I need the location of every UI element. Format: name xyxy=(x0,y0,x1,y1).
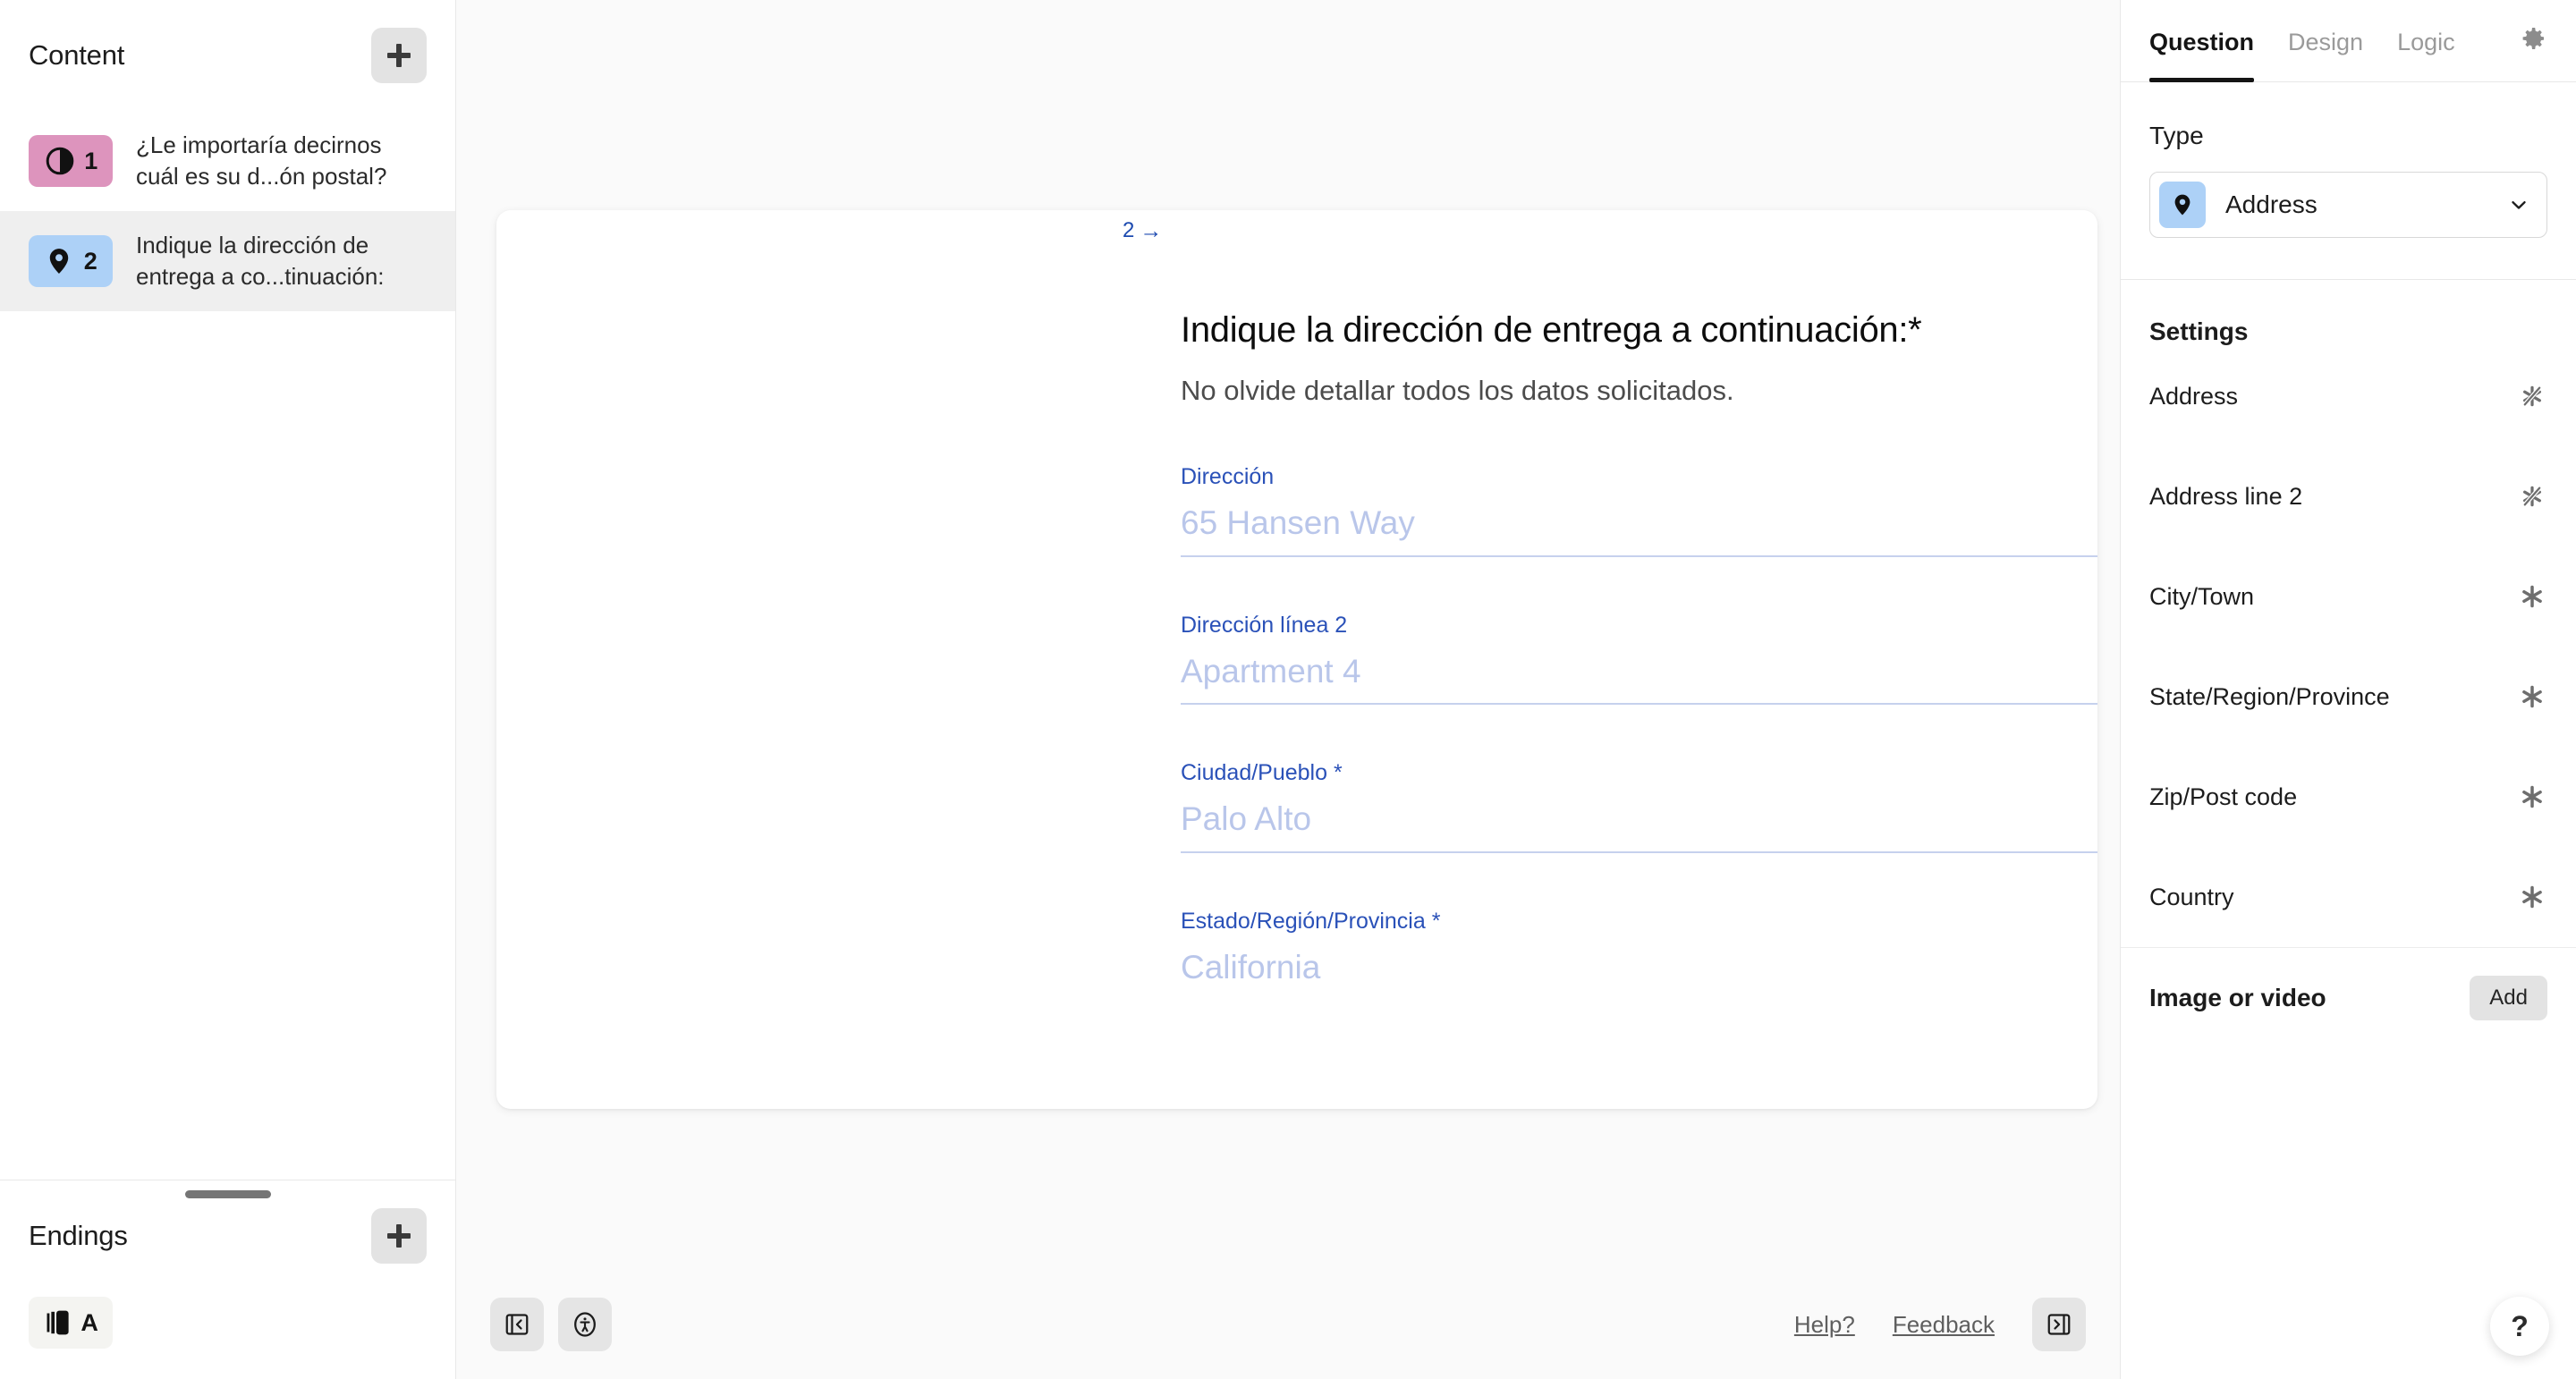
asterisk-struck-icon[interactable] xyxy=(2517,381,2547,411)
sidebar-item-question-1[interactable]: 1 ¿Le importaría decirnos cuál es su d..… xyxy=(0,111,455,211)
setting-row-address[interactable]: Address xyxy=(2149,346,2547,446)
image-or-video-label: Image or video xyxy=(2149,984,2326,1011)
map-pin-icon xyxy=(2159,182,2206,228)
setting-label-address: Address xyxy=(2149,382,2239,410)
panel-collapse-left-icon xyxy=(505,1314,529,1335)
question-type-select[interactable]: Address xyxy=(2149,172,2547,238)
setting-row-country[interactable]: Country xyxy=(2149,847,2547,947)
field-direccion-linea-2-input[interactable]: Apartment 4 xyxy=(1181,653,2097,706)
asterisk-icon[interactable] xyxy=(2517,782,2547,812)
left-sidebar: Content 1 ¿Le importaría decirnos cuál e… xyxy=(0,0,456,1379)
field-estado-region-provincia-input[interactable]: California xyxy=(1181,949,2097,1000)
question-number: 2 xyxy=(1123,218,1135,242)
panel-collapse-right-icon xyxy=(2047,1314,2071,1335)
field-direccion-input[interactable]: 65 Hansen Way xyxy=(1181,504,2097,557)
chevron-down-icon xyxy=(2512,200,2526,209)
endings-section: Endings A xyxy=(0,1180,455,1379)
image-or-video-row: Image or video Add xyxy=(2149,948,2547,1048)
right-panel-body: Type Address Settings Address Address li… xyxy=(2121,122,2576,1048)
question-number-indicator: 2 → xyxy=(1123,210,1162,243)
question-2-badge: 2 xyxy=(29,235,113,287)
help-link[interactable]: Help? xyxy=(1794,1311,1855,1339)
question-type-value: Address xyxy=(2225,190,2318,218)
asterisk-icon[interactable] xyxy=(2517,681,2547,712)
question-1-badge: 1 xyxy=(29,135,113,187)
question-2-number: 2 xyxy=(83,247,97,275)
feedback-link[interactable]: Feedback xyxy=(1893,1311,1995,1339)
ending-card-icon xyxy=(47,1310,69,1335)
question-preview-card: 2 → Indique la dirección de entrega a co… xyxy=(496,210,2097,1109)
gear-icon xyxy=(2522,28,2544,49)
question-2-label: Indique la dirección de entrega a co...t… xyxy=(136,231,385,290)
add-ending-button[interactable] xyxy=(371,1208,427,1264)
settings-divider xyxy=(2121,279,2576,280)
endings-title: Endings xyxy=(29,1220,128,1251)
map-pin-icon xyxy=(50,249,69,274)
plus-icon xyxy=(387,44,411,67)
question-1-number: 1 xyxy=(84,147,98,174)
arrow-right-icon: → xyxy=(1140,217,1163,243)
field-direccion-linea-2: Dirección línea 2 Apartment 4 xyxy=(1181,613,2097,706)
help-fab-button[interactable]: ? xyxy=(2490,1297,2549,1356)
sidebar-item-question-2[interactable]: 2 Indique la dirección de entrega a co..… xyxy=(0,211,455,311)
app-root: Content 1 ¿Le importaría decirnos cuál e… xyxy=(0,0,2576,1379)
type-label: Type xyxy=(2149,122,2204,149)
toolbar-right-group: Help? Feedback xyxy=(1794,1298,2086,1351)
asterisk-icon[interactable] xyxy=(2517,882,2547,912)
field-ciudad-pueblo: Ciudad/Pueblo * Palo Alto xyxy=(1181,760,2097,853)
content-title: Content xyxy=(29,39,125,71)
field-direccion: Dirección 65 Hansen Way xyxy=(1181,464,2097,557)
content-section-header: Content xyxy=(0,0,455,111)
collapse-right-panel-button[interactable] xyxy=(2032,1298,2086,1351)
question-title[interactable]: Indique la dirección de entrega a contin… xyxy=(1181,309,1990,351)
field-direccion-linea-2-label: Dirección línea 2 xyxy=(1181,612,1348,638)
toolbar-left-group xyxy=(490,1298,612,1351)
ending-a-letter: A xyxy=(80,1308,98,1336)
question-body: Indique la dirección de entrega a contin… xyxy=(1181,309,2097,999)
content-item-list: 1 ¿Le importaría decirnos cuál es su d..… xyxy=(0,111,455,1180)
accessibility-icon xyxy=(574,1312,596,1337)
asterisk-struck-icon[interactable] xyxy=(2517,481,2547,512)
sidebar-item-ending-a[interactable]: A xyxy=(0,1291,455,1370)
right-panel: Question Design Logic Type Address Setti… xyxy=(2120,0,2576,1379)
form-canvas: 2 → Indique la dirección de entrega a co… xyxy=(456,0,2120,1379)
add-content-button[interactable] xyxy=(371,28,427,83)
setting-label-city-town: City/Town xyxy=(2149,582,2255,610)
question-preview-inner: 2 → Indique la dirección de entrega a co… xyxy=(496,210,2097,999)
tab-design[interactable]: Design xyxy=(2288,29,2363,81)
question-description[interactable]: No olvide detallar todos los datos solic… xyxy=(1181,373,1990,409)
ending-a-badge: A xyxy=(29,1297,113,1349)
field-ciudad-pueblo-input[interactable]: Palo Alto xyxy=(1181,800,2097,853)
add-image-or-video-button[interactable]: Add xyxy=(2470,976,2547,1020)
field-ciudad-pueblo-label: Ciudad/Pueblo * xyxy=(1181,760,1343,786)
setting-label-country: Country xyxy=(2149,883,2234,910)
question-1-label: ¿Le importaría decirnos cuál es su d...ó… xyxy=(136,131,387,190)
field-direccion-label: Dirección xyxy=(1181,464,1275,490)
sidebar-resize-handle[interactable] xyxy=(184,1190,271,1198)
field-estado-region-provincia: Estado/Región/Provincia * California xyxy=(1181,909,2097,1000)
settings-title: Settings xyxy=(2149,317,2249,345)
setting-row-address-line-2[interactable]: Address line 2 xyxy=(2149,446,2547,546)
accessibility-button[interactable] xyxy=(558,1298,612,1351)
tab-logic[interactable]: Logic xyxy=(2397,29,2455,81)
plus-icon xyxy=(387,1224,411,1248)
collapse-left-panel-button[interactable] xyxy=(490,1298,544,1351)
setting-row-state-region-province[interactable]: State/Region/Province xyxy=(2149,647,2547,747)
field-estado-region-provincia-label: Estado/Región/Provincia * xyxy=(1181,908,1441,934)
setting-label-zip-post-code: Zip/Post code xyxy=(2149,783,2298,810)
setting-label-address-line-2: Address line 2 xyxy=(2149,482,2303,510)
tab-question[interactable]: Question xyxy=(2149,29,2255,82)
setting-row-zip-post-code[interactable]: Zip/Post code xyxy=(2149,747,2547,847)
canvas-bottom-toolbar: Help? Feedback xyxy=(456,1270,2120,1379)
right-panel-tabs: Question Design Logic xyxy=(2121,0,2576,82)
setting-label-state-region-province: State/Region/Province xyxy=(2149,682,2390,710)
settings-gear-button[interactable] xyxy=(2519,24,2547,57)
asterisk-icon[interactable] xyxy=(2517,581,2547,612)
setting-row-city-town[interactable]: City/Town xyxy=(2149,546,2547,647)
contrast-icon xyxy=(46,147,74,175)
